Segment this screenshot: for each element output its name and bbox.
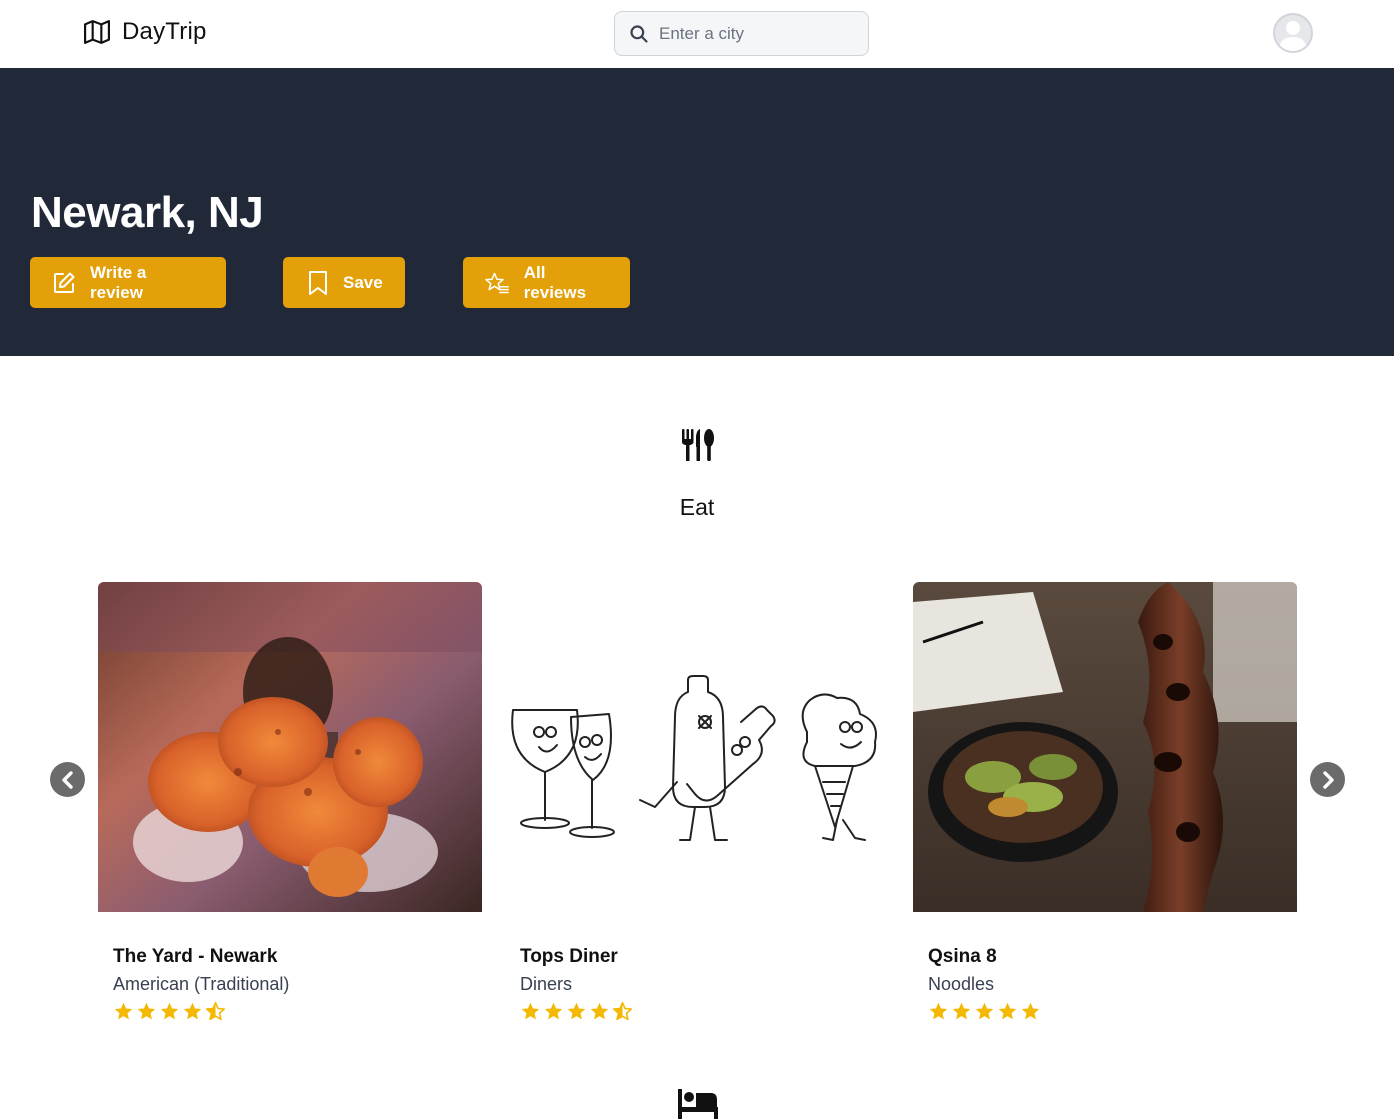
place-name[interactable]: Qsina 8 [928, 946, 1297, 968]
brand-name: DayTrip [122, 18, 207, 45]
star-rating [113, 1001, 482, 1022]
place-illustration[interactable] [505, 582, 889, 912]
map-icon [84, 20, 110, 44]
star-icon [1021, 1002, 1040, 1020]
star-icon [137, 1002, 156, 1020]
section-title-eat: Eat [679, 494, 715, 520]
star-icon [567, 1002, 586, 1020]
star-icon [544, 1002, 563, 1020]
star-rating [928, 1001, 1297, 1022]
top-navbar: DayTrip [0, 0, 1394, 68]
place-photo[interactable] [913, 582, 1297, 912]
place-card[interactable]: Tops Diner Diners [505, 582, 889, 1022]
all-reviews-button[interactable]: All reviews [463, 257, 630, 308]
star-half-icon [612, 1001, 633, 1021]
place-name[interactable]: Tops Diner [520, 946, 889, 968]
user-avatar[interactable] [1273, 13, 1313, 53]
user-icon [1279, 21, 1307, 51]
search-icon [630, 24, 648, 43]
star-icon [114, 1002, 133, 1020]
star-icon [998, 1002, 1017, 1020]
save-label: Save [343, 272, 383, 292]
star-icon [590, 1002, 609, 1020]
bed-icon [678, 1089, 718, 1119]
star-icon [975, 1002, 994, 1020]
city-title: Newark, NJ [31, 188, 264, 237]
chevron-right-icon [1322, 770, 1334, 789]
city-search-box[interactable] [614, 11, 869, 56]
place-card[interactable]: Qsina 8 Noodles [913, 582, 1297, 1022]
star-icon [952, 1002, 971, 1020]
edit-icon [54, 272, 75, 293]
place-card[interactable]: The Yard - Newark American (Traditional) [98, 582, 482, 1022]
brand-logo[interactable]: DayTrip [84, 18, 207, 46]
all-reviews-label: All reviews [523, 262, 587, 302]
place-category: Diners [520, 974, 573, 994]
star-half-icon [205, 1001, 226, 1021]
place-name[interactable]: The Yard - Newark [113, 946, 482, 968]
star-icon [160, 1002, 179, 1020]
star-icon [521, 1002, 540, 1020]
write-review-label: Write a review [90, 262, 147, 302]
write-review-button[interactable]: Write a review [30, 257, 226, 308]
chevron-left-icon [61, 770, 73, 789]
star-rating [520, 1001, 889, 1022]
bookmark-icon [309, 270, 327, 295]
carousel-prev-button[interactable] [50, 762, 85, 797]
star-icon [183, 1002, 202, 1020]
carousel-next-button[interactable] [1310, 762, 1345, 797]
city-search-input[interactable] [659, 23, 849, 44]
utensils-icon [682, 429, 714, 461]
save-button[interactable]: Save [283, 257, 405, 308]
place-category: American (Traditional) [113, 974, 290, 994]
place-photo[interactable] [98, 582, 482, 912]
place-category: Noodles [928, 974, 995, 994]
star-list-icon [485, 272, 509, 293]
hero-banner: Newark, NJ Write a review Save All revie… [0, 68, 1394, 356]
star-icon [929, 1002, 948, 1020]
